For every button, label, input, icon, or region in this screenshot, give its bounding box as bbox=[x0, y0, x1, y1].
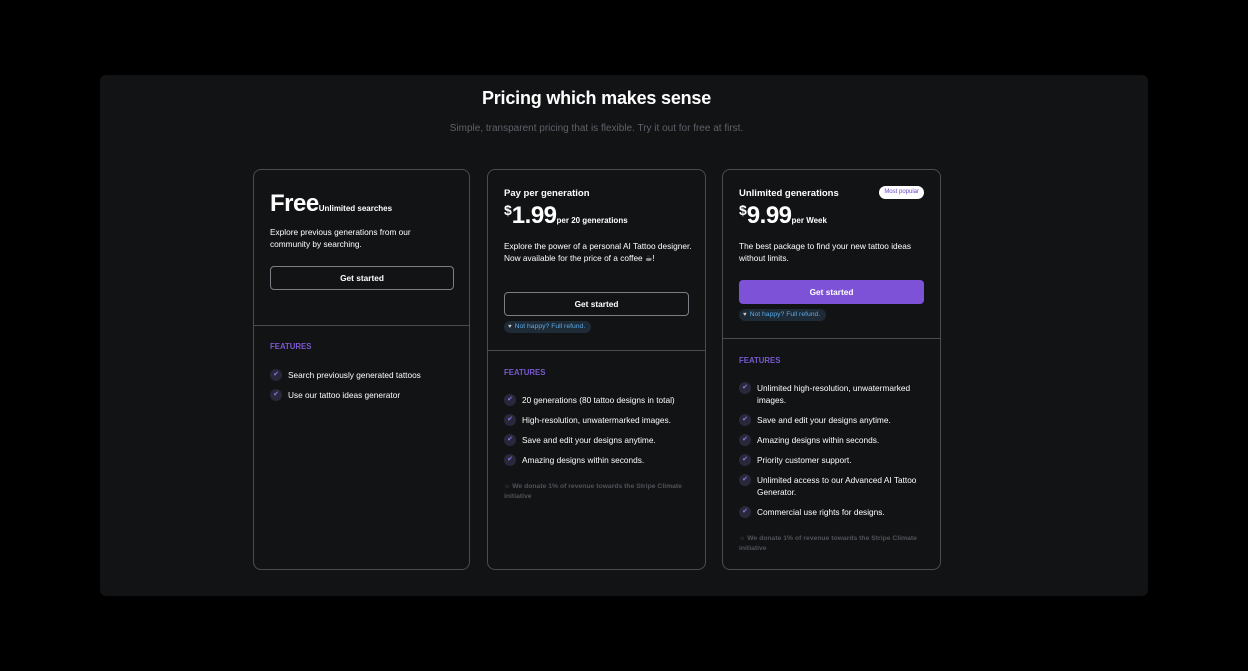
feature-text: Use our tattoo ideas generator bbox=[288, 390, 401, 400]
currency-symbol: $ bbox=[739, 202, 747, 218]
plan-price-unit: per Week bbox=[791, 216, 827, 225]
check-icon: ✔ bbox=[504, 434, 516, 446]
leaf-icon: ☼ bbox=[739, 535, 748, 542]
check-icon: ✔ bbox=[739, 434, 751, 446]
page-title: Pricing which makes sense bbox=[481, 88, 712, 108]
most-popular-badge: Most popular bbox=[879, 186, 924, 199]
check-icon: ✔ bbox=[504, 394, 516, 406]
plan-price-row: $9.99per Week bbox=[739, 202, 827, 230]
leaf-icon: ☼ bbox=[504, 483, 513, 490]
card-divider bbox=[723, 338, 940, 339]
check-icon: ✔ bbox=[739, 454, 751, 466]
feature-item: ✔ Amazing designs within seconds. bbox=[504, 454, 691, 466]
plan-card-pay-per-generation: Pay per generation $1.99per 20 generatio… bbox=[487, 169, 706, 570]
refund-badge: ♥ Not happy? Full refund. bbox=[504, 321, 592, 333]
check-icon: ✔ bbox=[504, 454, 516, 466]
heart-icon: ♥ bbox=[508, 324, 512, 330]
feature-item: ✔ 20 generations (80 tattoo designs in to… bbox=[504, 394, 691, 406]
plan-price: 9.99 bbox=[746, 202, 792, 229]
plan-price-unit: Unlimited searches bbox=[318, 204, 393, 213]
donate-note: ☼ We donate 1% of revenue towards the St… bbox=[504, 482, 691, 502]
feature-text: Save and edit your designs anytime. bbox=[522, 435, 656, 445]
feature-text: Unlimited access to our Advanced AI Tatt… bbox=[757, 475, 917, 497]
plan-price-row: FreeUnlimited searches bbox=[270, 190, 392, 218]
check-icon: ✔ bbox=[504, 414, 516, 426]
plan-price: Free bbox=[270, 190, 319, 217]
feature-text: Commercial use rights for designs. bbox=[757, 507, 885, 517]
feature-list: ✔ Search previously generated tattoos ✔ Us… bbox=[270, 369, 455, 409]
features-label: FEATURES bbox=[504, 368, 546, 377]
donate-text: We donate 1% of revenue towards the Stri… bbox=[504, 483, 682, 500]
feature-item: ✔ Save and edit your designs anytime. bbox=[504, 434, 691, 446]
feature-item: ✔ Unlimited access to our Advanced AI Tat… bbox=[739, 474, 926, 498]
feature-text: Unlimited high-resolution, unwatermarked… bbox=[757, 383, 911, 405]
check-icon: ✔ bbox=[739, 382, 751, 394]
currency-symbol: $ bbox=[504, 202, 512, 218]
plan-price-row: $1.99per 20 generations bbox=[504, 202, 628, 230]
plan-name: Unlimited generations bbox=[739, 188, 839, 199]
feature-list: ✔ Unlimited high-resolution, unwatermarke… bbox=[739, 382, 926, 526]
plan-description: The best package to find your new tattoo… bbox=[739, 241, 912, 263]
get-started-button[interactable]: Get started bbox=[504, 292, 689, 316]
refund-badge: ♥ Not happy? Full refund. bbox=[739, 309, 827, 321]
donate-text: We donate 1% of revenue towards the Stri… bbox=[739, 535, 917, 552]
feature-item: ✔ Priority customer support. bbox=[739, 454, 926, 466]
feature-item: ✔ Save and edit your designs anytime. bbox=[739, 414, 926, 426]
feature-item: ✔ Commercial use rights for designs. bbox=[739, 506, 926, 518]
plan-price: 1.99 bbox=[511, 202, 557, 229]
refund-text: Not happy? Full refund. bbox=[749, 311, 821, 318]
get-started-button[interactable]: Get started bbox=[270, 266, 454, 290]
plan-card-unlimited: Unlimited generations Most popular $9.99… bbox=[722, 169, 941, 570]
check-icon: ✔ bbox=[270, 369, 282, 381]
heart-icon: ♥ bbox=[743, 312, 747, 318]
get-started-button[interactable]: Get started bbox=[739, 280, 924, 304]
features-label: FEATURES bbox=[270, 342, 312, 351]
plan-description: Explore the power of a personal AI Tatto… bbox=[504, 241, 692, 263]
card-divider bbox=[254, 325, 469, 326]
card-divider bbox=[488, 350, 705, 351]
feature-item: ✔ Unlimited high-resolution, unwatermarke… bbox=[739, 382, 926, 406]
feature-item: ✔ Amazing designs within seconds. bbox=[739, 434, 926, 446]
refund-text: Not happy? Full refund. bbox=[514, 323, 586, 330]
plan-name: Pay per generation bbox=[504, 188, 590, 199]
page-subtitle: Simple, transparent pricing that is flex… bbox=[449, 123, 744, 134]
donate-note: ☼ We donate 1% of revenue towards the St… bbox=[739, 534, 926, 554]
feature-text: Priority customer support. bbox=[757, 455, 852, 465]
feature-text: Amazing designs within seconds. bbox=[757, 435, 880, 445]
feature-item: ✔ High-resolution, unwatermarked images. bbox=[504, 414, 691, 426]
plan-description: Explore previous generations from our co… bbox=[270, 227, 411, 249]
feature-text: Save and edit your designs anytime. bbox=[757, 415, 891, 425]
feature-text: High-resolution, unwatermarked images. bbox=[522, 415, 671, 425]
feature-item: ✔ Search previously generated tattoos bbox=[270, 369, 455, 381]
feature-list: ✔ 20 generations (80 tattoo designs in to… bbox=[504, 394, 691, 474]
feature-text: 20 generations (80 tattoo designs in tot… bbox=[522, 395, 675, 405]
feature-text: Search previously generated tattoos bbox=[288, 370, 421, 380]
check-icon: ✔ bbox=[270, 389, 282, 401]
features-label: FEATURES bbox=[739, 356, 781, 365]
check-icon: ✔ bbox=[739, 414, 751, 426]
feature-item: ✔ Use our tattoo ideas generator bbox=[270, 389, 455, 401]
check-icon: ✔ bbox=[739, 474, 751, 486]
check-icon: ✔ bbox=[739, 506, 751, 518]
plan-price-unit: per 20 generations bbox=[556, 216, 628, 225]
feature-text: Amazing designs within seconds. bbox=[522, 455, 645, 465]
plan-card-free: FreeUnlimited searches Explore previous … bbox=[253, 169, 470, 570]
